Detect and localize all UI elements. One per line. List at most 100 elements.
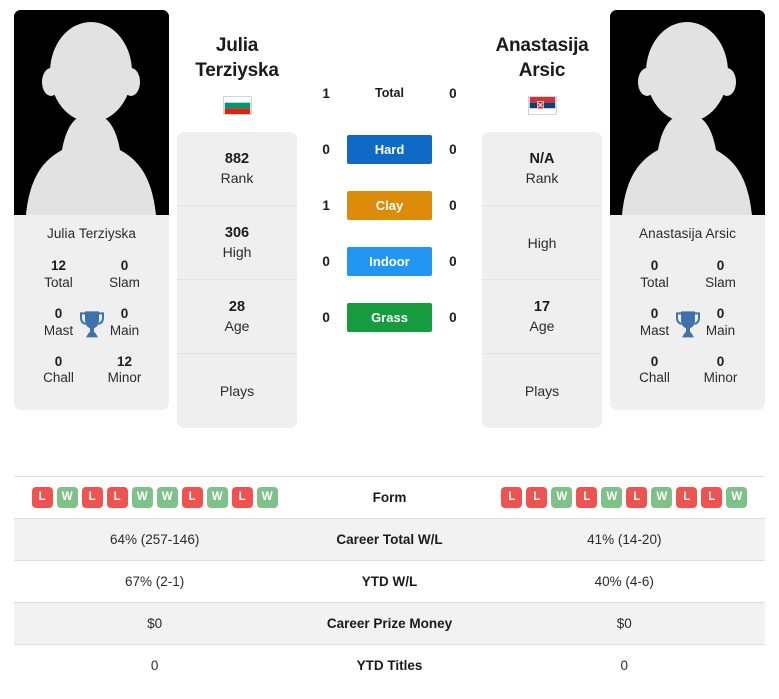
titles-row: 12 Total 0 Slam (22, 253, 161, 301)
titles-row: 0 Chall 0 Minor (618, 349, 757, 397)
left-player-card-name: Julia Terziyska (46, 226, 137, 241)
left-titles-grid: 12 Total 0 Slam 0 Mast 0 Main 0 Chall 12… (14, 253, 169, 410)
right-player-card-name: Anastasija Arsic (639, 226, 736, 241)
title-stat-value: 0 (54, 353, 63, 369)
avatar-silhouette-icon (14, 10, 169, 215)
head-to-head-surfaces: 1 Total 0 0 Hard 0 1 Clay 0 0 Indoor 0 0 (305, 10, 474, 345)
title-stat-total: 12 Total (28, 258, 89, 292)
left-stat-rank: 882 Rank (177, 132, 297, 207)
title-stat-label: Total (640, 274, 669, 290)
h2h-row-hard: 0 Hard 0 (305, 121, 474, 177)
row-label: Career Prize Money (326, 616, 453, 631)
comparison-table: LWLLWWLWLW Form LLWLWLWLLW 64% (257-146)… (14, 476, 765, 686)
row-label: YTD W/L (361, 574, 418, 589)
h2h-right-value: 0 (449, 197, 457, 213)
right-value: $0 (616, 616, 632, 631)
form-badge-l: L (181, 487, 203, 508)
form-badge-l: L (501, 487, 523, 508)
h2h-row-clay: 1 Clay 0 (305, 177, 474, 233)
h2h-left-value: 0 (322, 141, 330, 157)
right-value: 41% (14-20) (587, 532, 662, 547)
title-stat-value: 12 (117, 353, 133, 369)
row-label-form: Form (372, 490, 407, 505)
title-stat-value: 0 (716, 258, 725, 273)
row-label: Career Total W/L (336, 532, 443, 547)
right-player-photo (610, 10, 765, 215)
left-player-name[interactable]: Julia Terziyska (195, 10, 279, 83)
h2h-right-value: 0 (449, 253, 457, 269)
left-value: 67% (2-1) (125, 574, 185, 589)
title-stat-value: 12 (50, 258, 66, 273)
form-badge-w: W (156, 487, 178, 508)
stat-label: Rank (525, 170, 559, 187)
title-stat-label: Chall (43, 370, 74, 386)
stat-value: N/A (529, 151, 555, 168)
right-value: 0 (620, 658, 629, 673)
title-stat-slam: 0 Slam (690, 258, 751, 292)
left-form-strip: LWLLWWLWLW (20, 487, 289, 508)
form-badge-l: L (576, 487, 598, 508)
left-stat-age: 28 Age (177, 280, 297, 355)
table-row: 67% (2-1) YTD W/L 40% (4-6) (14, 560, 765, 603)
title-stat-chall: 0 Chall (28, 354, 89, 388)
table-row-form: LWLLWWLWLW Form LLWLWLWLLW (14, 476, 765, 519)
stat-value: 882 (224, 151, 250, 168)
h2h-label-total: Total (375, 86, 404, 100)
player-comparison-page: Julia Terziyska 12 Total 0 Slam 0 Mast 0… (0, 0, 779, 699)
left-value: 0 (150, 658, 159, 673)
h2h-label-grass[interactable]: Grass (347, 302, 432, 332)
right-form-strip: LLWLWLWLLW (490, 487, 759, 508)
stat-value: 306 (224, 225, 250, 242)
titles-row: 0 Chall 12 Minor (22, 349, 161, 397)
h2h-label-indoor[interactable]: Indoor (347, 246, 432, 276)
left-stat-plays: Plays (177, 354, 297, 428)
titles-row: 0 Mast 0 Main (618, 301, 757, 349)
left-value: 64% (257-146) (110, 532, 200, 547)
stat-label: Age (224, 318, 250, 335)
stat-label: Rank (220, 170, 254, 187)
right-stat-plays: Plays (482, 354, 602, 428)
left-player-first-name: Julia (215, 35, 259, 56)
form-badge-l: L (106, 487, 128, 508)
right-player-card[interactable]: Anastasija Arsic 0 Total 0 Slam 0 Mast 0… (610, 10, 765, 411)
left-stats-panel: 882 Rank 306 High 28 Age Plays (177, 132, 297, 429)
right-stats-panel: N/A Rank High 17 Age Plays (482, 132, 602, 429)
title-stat-label: Slam (705, 274, 736, 290)
right-player-summary: Anastasija Arsic N/A Rank High 17 Age Pl… (482, 10, 602, 429)
form-badge-l: L (31, 487, 53, 508)
trophy-icon-svg (79, 311, 104, 338)
h2h-right-value: 0 (449, 85, 457, 101)
h2h-label-hard[interactable]: Hard (347, 134, 432, 164)
titles-row: 0 Mast 0 Main (22, 301, 161, 349)
form-badge-l: L (676, 487, 698, 508)
form-badge-l: L (701, 487, 723, 508)
form-badge-w: W (726, 487, 748, 508)
title-stat-minor: 0 Minor (690, 354, 751, 388)
right-player-last-name: Arsic (518, 59, 566, 81)
title-stat-minor: 12 Minor (94, 354, 155, 388)
right-value: 40% (4-6) (594, 574, 654, 589)
right-stat-age: 17 Age (482, 280, 602, 355)
h2h-row-total: 1 Total 0 (305, 65, 474, 121)
right-player-first-name: Anastasija (495, 35, 589, 56)
left-player-summary: Julia Terziyska 882 Rank 306 High 28 Age… (177, 10, 297, 429)
form-badge-l: L (81, 487, 103, 508)
left-player-card[interactable]: Julia Terziyska 12 Total 0 Slam 0 Mast 0… (14, 10, 169, 411)
h2h-left-value: 1 (322, 85, 330, 101)
trophy-icon (78, 309, 106, 339)
stat-label: Plays (219, 383, 255, 400)
h2h-row-indoor: 0 Indoor 0 (305, 233, 474, 289)
avatar-silhouette-icon (610, 10, 765, 215)
h2h-label-clay[interactable]: Clay (347, 190, 432, 220)
table-row: 0 YTD Titles 0 (14, 644, 765, 687)
title-stat-label: Chall (639, 370, 670, 386)
comparison-table-body: LWLLWWLWLW Form LLWLWLWLLW 64% (257-146)… (14, 476, 765, 687)
form-badge-w: W (256, 487, 278, 508)
title-stat-value: 0 (716, 353, 725, 369)
stat-label: Age (529, 318, 555, 335)
stat-label: Plays (524, 383, 560, 400)
flag-bulgaria-icon (222, 96, 252, 116)
h2h-row-grass: 0 Grass 0 (305, 289, 474, 345)
left-stat-high: 306 High (177, 206, 297, 281)
right-player-name[interactable]: Anastasija Arsic (495, 10, 588, 83)
